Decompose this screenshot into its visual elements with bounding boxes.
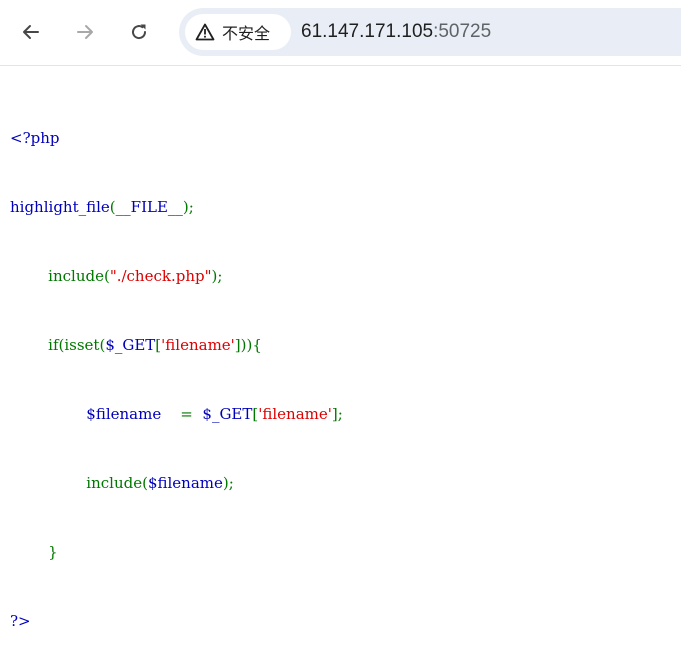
- arrow-right-icon: [77, 25, 93, 39]
- code-line-6: include($filename);: [10, 472, 343, 495]
- code-token: 'filename': [258, 405, 332, 423]
- security-indicator-button[interactable]: 不安全: [185, 14, 291, 50]
- code-token: "./check.php": [109, 267, 212, 285]
- code-token: include: [48, 267, 104, 285]
- url-text[interactable]: 61.147.171.105:50725: [301, 21, 491, 43]
- code-token: $_GET: [105, 336, 156, 354]
- code-token: );: [182, 198, 194, 216]
- browser-toolbar: 不安全 61.147.171.105:50725: [0, 0, 681, 66]
- code-line-3: include("./check.php");: [10, 265, 343, 288]
- url-host: 61.147.171.105: [301, 21, 434, 42]
- code-token: ?>: [10, 612, 31, 630]
- code-token: $filename: [147, 474, 223, 492]
- code-token: );: [211, 267, 223, 285]
- code-line-7: }: [10, 541, 343, 564]
- code-token: ];: [331, 405, 343, 423]
- code-token: <?php: [10, 129, 60, 147]
- code-token: }: [48, 543, 58, 561]
- code-token: highlight_file: [10, 198, 110, 216]
- warning-triangle-icon: [194, 21, 216, 43]
- code-token: ])){: [234, 336, 262, 354]
- back-button[interactable]: [15, 16, 47, 48]
- code-line-8: ?>: [10, 610, 343, 633]
- code-token: $filename: [86, 405, 181, 423]
- code-token: if(isset(: [48, 336, 106, 354]
- url-port: :50725: [433, 21, 492, 42]
- code-token: __FILE__: [115, 198, 183, 216]
- reload-icon: [132, 24, 147, 40]
- page-content: <?php highlight_file(__FILE__); include(…: [10, 81, 343, 656]
- security-label: 不安全: [222, 24, 271, 43]
- code-token: include(: [86, 474, 148, 492]
- reload-button[interactable]: [123, 16, 155, 48]
- code-line-5: $filename = $_GET['filename'];: [10, 403, 343, 426]
- code-token: $_GET: [202, 405, 253, 423]
- code-line-1: <?php: [10, 127, 343, 150]
- code-token: 'filename': [161, 336, 235, 354]
- code-token: );: [222, 474, 234, 492]
- forward-button[interactable]: [69, 16, 101, 48]
- code-line-4: if(isset($_GET['filename'])){: [10, 334, 343, 357]
- code-line-2: highlight_file(__FILE__);: [10, 196, 343, 219]
- code-token: =: [180, 405, 203, 423]
- address-bar[interactable]: 不安全 61.147.171.105:50725: [179, 8, 681, 56]
- arrow-left-icon: [23, 25, 39, 39]
